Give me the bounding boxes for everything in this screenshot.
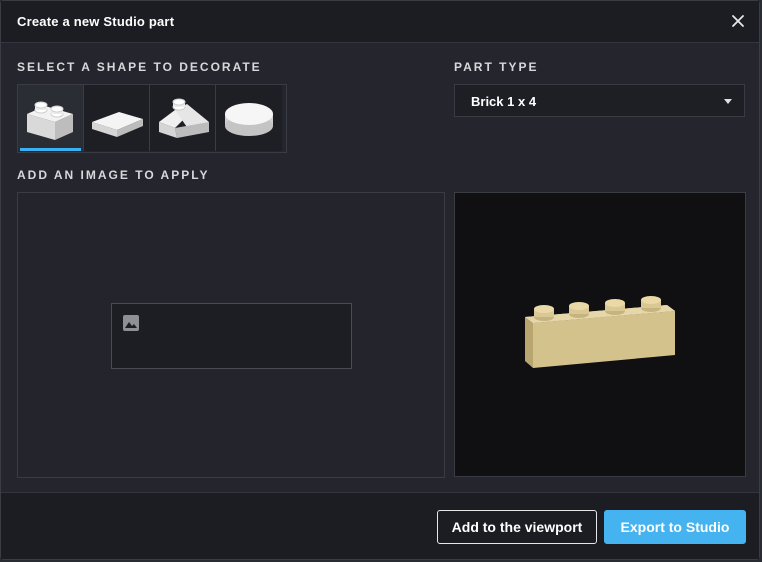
part-type-value: Brick 1 x 4 [471, 94, 537, 109]
image-panel [17, 192, 445, 478]
dialog-title: Create a new Studio part [17, 14, 175, 29]
chevron-down-icon [724, 99, 732, 104]
slope-icon [159, 98, 209, 138]
dialog-titlebar: Create a new Studio part [1, 1, 759, 43]
export-to-studio-button[interactable]: Export to Studio [604, 510, 746, 544]
shape-option-tile[interactable] [84, 85, 150, 151]
part-type-label: PART TYPE [454, 60, 539, 74]
brick-preview [525, 296, 675, 368]
dialog-footer: Add to the viewport Export to Studio [1, 492, 759, 559]
shape-option-round-tile[interactable] [216, 85, 282, 151]
shape-selector [17, 84, 287, 153]
image-dropzone[interactable] [111, 303, 352, 369]
round-tile-icon [225, 103, 273, 136]
part-type-select[interactable]: Brick 1 x 4 [454, 84, 745, 117]
shape-option-slope[interactable] [150, 85, 216, 151]
tile-icon [92, 112, 143, 137]
image-section-label: ADD AN IMAGE TO APPLY [17, 168, 210, 182]
shape-section-label: SELECT A SHAPE TO DECORATE [17, 60, 262, 74]
close-icon[interactable] [729, 12, 747, 30]
part-preview[interactable] [454, 192, 746, 477]
image-icon [123, 315, 139, 331]
shape-option-brick[interactable] [18, 85, 84, 151]
add-to-viewport-button[interactable]: Add to the viewport [437, 510, 597, 544]
create-part-dialog: Create a new Studio part SELECT A SHAPE … [0, 0, 760, 560]
brick-icon [27, 101, 73, 140]
